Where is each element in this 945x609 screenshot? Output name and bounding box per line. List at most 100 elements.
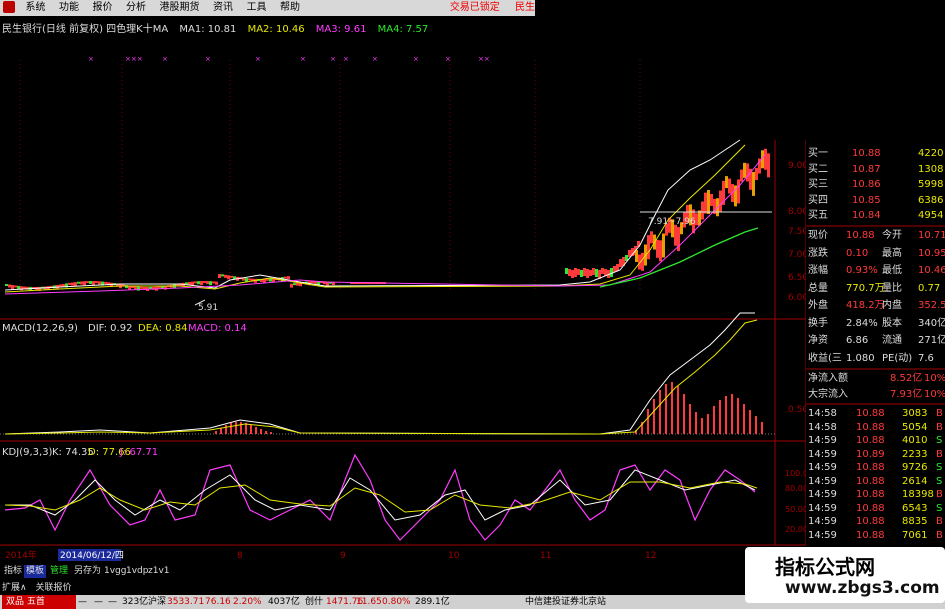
macd-bar bbox=[255, 427, 257, 434]
candle bbox=[656, 239, 659, 258]
quote-panel-dividers bbox=[806, 225, 945, 405]
candle bbox=[725, 176, 728, 189]
candle bbox=[710, 193, 713, 206]
price-tick: 7.50 bbox=[788, 227, 806, 237]
status-cy-change: 11.65 bbox=[356, 597, 382, 607]
candle bbox=[140, 286, 143, 289]
status-btn-1[interactable]: — bbox=[78, 595, 87, 609]
candle bbox=[568, 269, 571, 276]
candle bbox=[595, 269, 598, 277]
macd-bar bbox=[659, 390, 661, 434]
candle bbox=[740, 169, 743, 182]
svg-text:×: × bbox=[255, 55, 261, 63]
candle bbox=[8, 284, 11, 288]
chart-area[interactable]: × ××× × × × × × × × × × ×× 9.00 8.00 7.50 7.00 6… bbox=[0, 0, 806, 565]
candle bbox=[719, 190, 722, 212]
candle bbox=[613, 266, 616, 272]
macd-bar bbox=[683, 394, 685, 434]
svg-text:20.00: 20.00 bbox=[785, 525, 806, 534]
candle bbox=[92, 281, 95, 286]
price-tick: 6.50 bbox=[788, 273, 806, 283]
candle bbox=[752, 171, 755, 196]
candle bbox=[647, 235, 650, 260]
candle bbox=[293, 283, 296, 286]
status-btn-2[interactable]: — bbox=[94, 595, 103, 609]
candle bbox=[68, 282, 71, 285]
macd-bar bbox=[713, 406, 715, 434]
macd-value: MACD: 0.14 bbox=[188, 323, 247, 334]
candle bbox=[59, 284, 62, 287]
status-cy-amount: 289.1亿 bbox=[415, 597, 450, 607]
candle bbox=[571, 270, 574, 278]
candle bbox=[767, 153, 770, 178]
status-btn-3[interactable]: — bbox=[108, 595, 117, 609]
candle bbox=[589, 270, 592, 276]
candle bbox=[83, 281, 86, 286]
candle bbox=[284, 276, 287, 279]
tab-template[interactable]: 模板 bbox=[24, 565, 47, 578]
svg-text:×: × bbox=[413, 55, 419, 63]
svg-text:××: ×× bbox=[478, 55, 490, 63]
candle bbox=[698, 210, 701, 226]
price-tick: 6.00 bbox=[788, 293, 806, 303]
watermark-title: 指标公式网 bbox=[775, 555, 875, 579]
macd-bar bbox=[653, 399, 655, 434]
candle bbox=[583, 268, 586, 276]
kdj-label: KDJ(9,3,3) bbox=[2, 447, 53, 458]
svg-text:10: 10 bbox=[448, 551, 460, 561]
kdj-j: J: 67.71 bbox=[119, 447, 158, 458]
tab-manage[interactable]: 管理 bbox=[48, 565, 70, 578]
tab-related-quote[interactable]: 关联报价 bbox=[35, 583, 71, 593]
svg-text:×××: ××× bbox=[125, 55, 143, 63]
tab-save-as[interactable]: 另存为 bbox=[72, 565, 103, 578]
candle bbox=[224, 274, 227, 278]
candle bbox=[158, 286, 161, 289]
macd-bar bbox=[250, 425, 252, 434]
tab-indicator[interactable]: 指标 bbox=[2, 565, 24, 578]
candle bbox=[206, 281, 209, 285]
status-amount-1: 323亿 bbox=[122, 597, 149, 607]
status-cy-label: 创什 bbox=[305, 597, 324, 607]
svg-text:×: × bbox=[372, 55, 378, 63]
candle bbox=[5, 284, 8, 286]
macd-dea: DEA: 0.84 bbox=[138, 323, 188, 334]
candle bbox=[577, 269, 580, 275]
tab-extend[interactable]: 扩展∧ bbox=[2, 583, 27, 593]
macd-bar bbox=[755, 416, 757, 434]
kdj-d-line bbox=[4, 481, 758, 513]
ma1-line bbox=[4, 139, 741, 291]
svg-text:9: 9 bbox=[340, 551, 346, 561]
candle bbox=[266, 278, 269, 281]
price-annotation-mid: 7.91~7.96 bbox=[648, 217, 696, 227]
candle bbox=[230, 275, 233, 278]
candle bbox=[104, 281, 107, 284]
time-cursor: 2014/06/12/四 bbox=[60, 551, 124, 561]
candle bbox=[704, 192, 707, 214]
indicator-tabs: 指标 模板 管理 另存为 1vgg 1vdp z1v1 bbox=[0, 565, 190, 579]
status-sh-percent: 2.20% bbox=[233, 597, 262, 607]
macd-bar bbox=[695, 412, 697, 434]
macd-bar bbox=[225, 425, 227, 434]
price-tick: 8.00 bbox=[788, 207, 806, 217]
status-broker: 中信建投证券北京站 bbox=[525, 597, 607, 607]
status-sh-value: 3533.71 bbox=[167, 597, 205, 607]
watermark-url: www.zbgs3.com bbox=[785, 578, 940, 598]
svg-text:×: × bbox=[343, 55, 349, 63]
candle bbox=[580, 270, 583, 277]
svg-text:×: × bbox=[330, 55, 336, 63]
svg-text:50.00: 50.00 bbox=[785, 505, 806, 514]
candle bbox=[635, 250, 638, 262]
tab-z1v1[interactable]: z1v1 bbox=[146, 565, 172, 578]
candle bbox=[565, 268, 568, 274]
macd-axis-tick: 0.50 bbox=[788, 405, 806, 415]
candle bbox=[737, 179, 740, 204]
status-sh-change: 76.16 bbox=[205, 597, 231, 607]
candle bbox=[227, 275, 230, 280]
candle bbox=[197, 281, 200, 285]
candle bbox=[200, 281, 203, 286]
candle bbox=[203, 281, 206, 284]
price-tick: 7.00 bbox=[788, 250, 806, 260]
candle bbox=[746, 163, 749, 182]
svg-text:×: × bbox=[88, 55, 94, 63]
signal-markers: × ××× × × × × × × × × × ×× bbox=[88, 55, 490, 63]
